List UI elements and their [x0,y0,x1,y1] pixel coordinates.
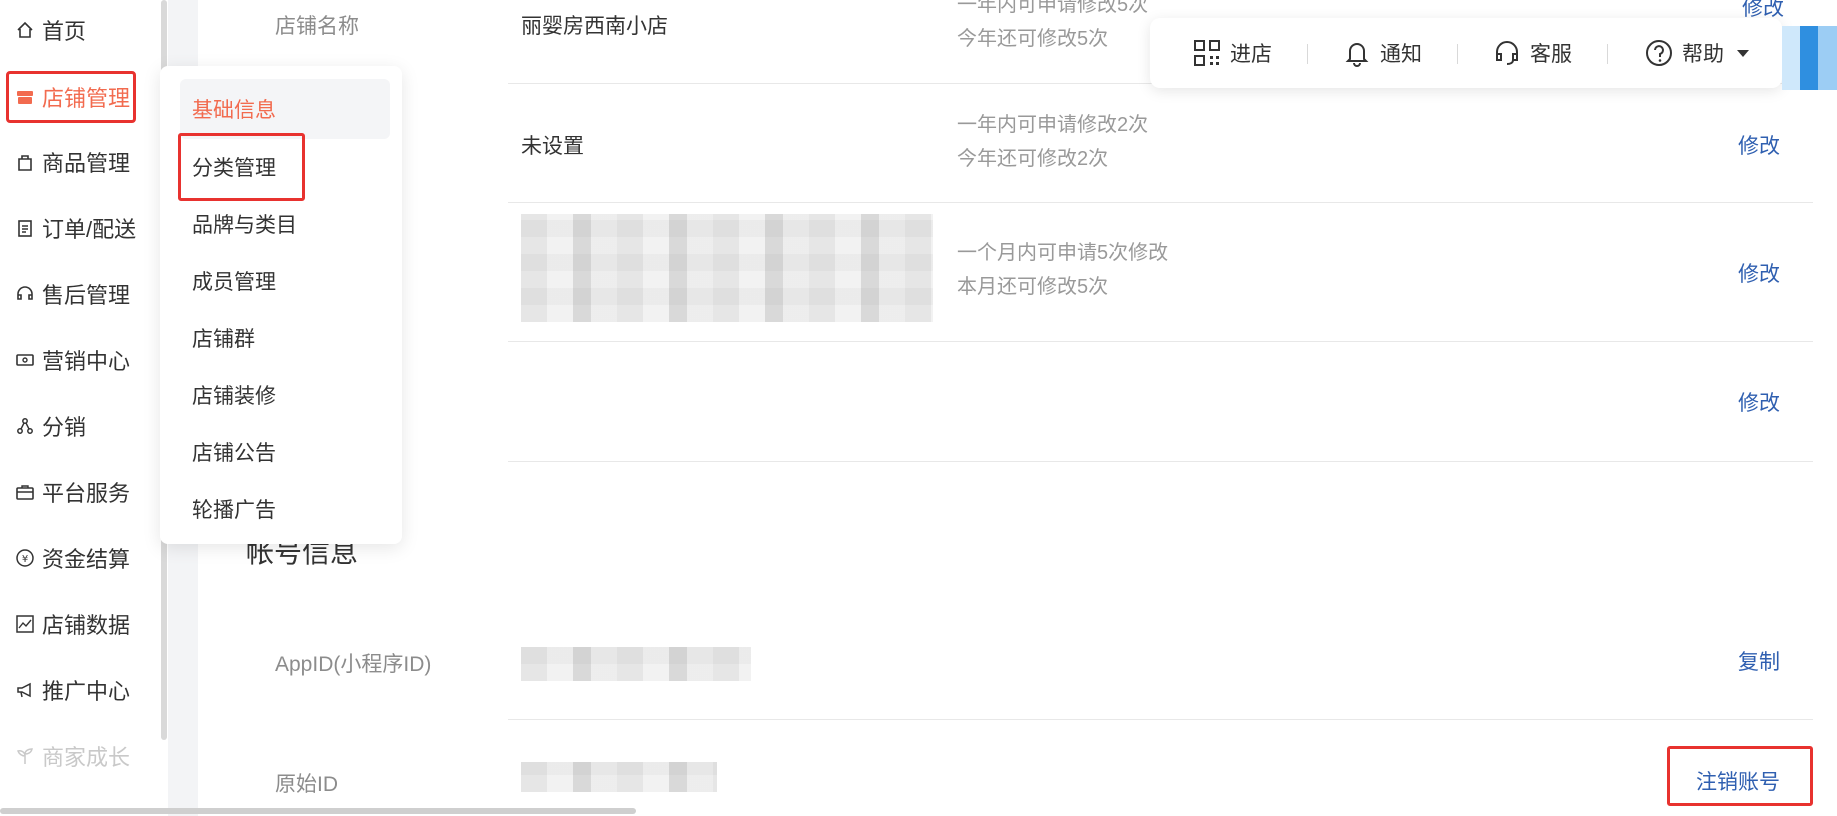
clipboard-icon [14,217,36,239]
copy-appid-link[interactable]: 复制 [1738,646,1780,676]
enter-store-label: 进店 [1230,43,1272,66]
qrcode-icon [1194,40,1220,66]
sidebar-item-label: 首页 [42,19,87,44]
row-divider [508,461,1813,462]
origin-id-label: 原始ID [275,773,338,796]
sidebar-item-label: 订单/配送 [42,217,137,242]
store-management-submenu: 基础信息 分类管理 品牌与类目 成员管理 店铺群 店铺装修 店铺公告 轮播广告 [160,66,402,544]
share-icon [14,415,36,437]
chart-icon [14,613,36,635]
notify-label: 通知 [1380,43,1422,66]
sidebar-item-label: 推广中心 [42,679,131,704]
sidebar-item-settlement[interactable]: ¥ 资金结算 [14,538,130,578]
store-name-label: 店铺名称 [275,15,359,38]
toolbar-divider [1457,44,1458,64]
top-toolbar: 进店 通知 客服 帮助 [1150,18,1782,88]
sidebar-item-promotion[interactable]: 推广中心 [14,670,130,710]
headset-icon [1496,41,1518,65]
megaphone-icon [14,679,36,701]
redacted-appid [521,647,751,681]
customer-service-label: 客服 [1530,43,1572,66]
question-icon [1646,40,1672,66]
sidebar-item-home[interactable]: 首页 [14,10,86,50]
briefcase-icon [14,481,36,503]
row-divider [508,341,1813,342]
submenu-item-categories[interactable]: 分类管理 [192,152,276,182]
sidebar-item-label: 商品管理 [42,151,131,176]
sidebar-item-label: 店铺数据 [42,613,131,638]
row2-value: 未设置 [521,135,584,158]
submenu-item-members[interactable]: 成员管理 [192,266,276,296]
submenu-item-store-groups[interactable]: 店铺群 [192,323,255,353]
sidebar-item-products[interactable]: 商品管理 [14,142,130,182]
sidebar-item-label: 售后管理 [42,283,131,308]
submenu-item-basic-info[interactable]: 基础信息 [192,94,276,124]
store-name-value: 丽婴房西南小店 [521,15,668,38]
horizontal-scrollbar[interactable] [0,808,636,814]
home-icon [14,19,36,41]
sidebar-item-label: 营销中心 [42,349,131,374]
submenu-item-announcement[interactable]: 店铺公告 [192,437,276,467]
notify-button[interactable]: 通知 [1342,18,1422,88]
caret-down-icon [1737,50,1749,57]
sidebar-item-label: 分销 [42,415,87,440]
redacted-value [521,214,933,322]
help-menu[interactable]: 帮助 [1644,18,1750,88]
bag-icon [14,151,36,173]
row2-edit-link[interactable]: 修改 [1738,130,1780,160]
sidebar-item-label: 商家成长 [42,745,131,770]
sidebar-item-distribution[interactable]: 分销 [14,406,86,446]
row2-hint-remaining: 今年还可修改2次 [957,148,1109,170]
row-divider [508,719,1813,720]
row2-hint-limit: 一年内可申请修改2次 [957,114,1149,136]
ticket-icon [14,349,36,371]
sidebar-item-store-data[interactable]: 店铺数据 [14,604,130,644]
cancel-account-highlight [1667,746,1813,806]
row3-hint-remaining: 本月还可修改5次 [957,276,1109,298]
submenu-item-decoration[interactable]: 店铺装修 [192,380,276,410]
store-name-hint-remaining: 今年还可修改5次 [957,28,1109,50]
toolbar-divider [1607,44,1608,64]
sidebar-item-orders[interactable]: 订单/配送 [14,208,136,248]
toolbar-divider [1307,44,1308,64]
sidebar-item-label: 平台服务 [42,481,131,506]
customer-service-button[interactable]: 客服 [1492,18,1572,88]
sidebar-item-marketing[interactable]: 营销中心 [14,340,130,380]
yen-icon: ¥ [14,547,36,569]
sidebar-item-merchant-growth[interactable]: 商家成长 [14,736,130,776]
bell-icon [1345,43,1369,67]
redacted-origin-id [521,762,717,792]
submenu-item-brands[interactable]: 品牌与类目 [192,209,297,239]
help-label: 帮助 [1682,43,1724,66]
sidebar: 首页 店铺管理 商品管理 订单/配送 售后管理 营销中心 分销 平台服务 ¥ 资… [0,0,168,816]
sidebar-item-platform-services[interactable]: 平台服务 [14,472,130,512]
row3-hint-limit: 一个月内可申请5次修改 [957,242,1169,264]
submenu-item-banner-ads[interactable]: 轮播广告 [192,494,276,524]
store-name-hint-limit: 一年内可申请修改5次 [957,0,1149,16]
headset-icon [14,283,36,305]
row3-edit-link[interactable]: 修改 [1738,258,1780,288]
appid-label: AppID(小程序ID) [275,653,432,676]
enter-store-button[interactable]: 进店 [1192,18,1272,88]
sprout-icon [14,745,36,767]
svg-text:¥: ¥ [22,554,28,565]
row4-edit-link[interactable]: 修改 [1738,387,1780,417]
sidebar-item-label: 资金结算 [42,547,131,572]
active-item-highlight [6,71,136,123]
sidebar-item-after-sales[interactable]: 售后管理 [14,274,130,314]
avatar[interactable] [1782,26,1837,90]
row-divider [508,202,1813,203]
